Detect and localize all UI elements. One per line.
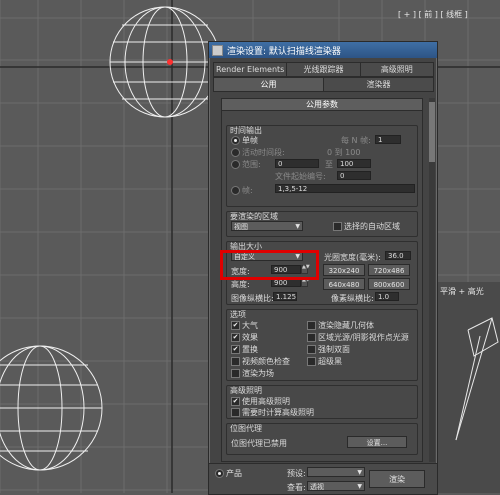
preset-720x486-button[interactable]: 720x486 xyxy=(368,264,410,276)
group-bitmap-proxy: 位图代理 位图代理已禁用 设置... xyxy=(226,423,418,455)
aperture-field[interactable]: 36.0 xyxy=(385,251,411,260)
label-effects: 效果 xyxy=(242,333,258,342)
checkbox-displacement[interactable]: ✔ xyxy=(231,345,240,354)
pixel-aspect-field[interactable]: 1.0 xyxy=(375,292,399,301)
preset-640x480-button[interactable]: 640x480 xyxy=(323,278,365,290)
checkbox-compute-when-required[interactable] xyxy=(231,408,240,417)
dialog-bottom-bar: 产品 预设: ▼ 查看: 透视 ▼ 渲染 xyxy=(209,463,437,494)
label-displacement: 置换 xyxy=(242,345,258,354)
viewport-label-front[interactable]: [ + ] [ 前 ] [ 线框 ] xyxy=(398,9,468,20)
label-range-to: 至 xyxy=(325,160,333,169)
checkbox-effects[interactable]: ✔ xyxy=(231,333,240,342)
group-render-area: 要渲染的区域 视图 ▼ 选择的自动区域 xyxy=(226,211,418,237)
file-start-field[interactable]: 0 xyxy=(337,171,371,180)
frames-field[interactable]: 1,3,5-12 xyxy=(275,184,415,193)
label-preset: 预设: xyxy=(287,469,306,478)
tab-bar: Render Elements 光线跟踪器 高级照明 公用 渲染器 xyxy=(213,62,434,92)
radio-active-segment[interactable] xyxy=(231,148,240,157)
render-area-value: 视图 xyxy=(234,223,248,231)
label-range: 范围: xyxy=(242,160,261,169)
view-value: 透视 xyxy=(310,483,324,491)
label-render-hidden-geometry: 渲染隐藏几何体 xyxy=(318,321,374,330)
active-range-text: 0 到 100 xyxy=(327,148,361,157)
label-auto-region: 选择的自动区域 xyxy=(344,222,400,231)
bitmap-proxy-title: 位图代理 xyxy=(230,424,262,433)
label-active-segment: 活动时间段: xyxy=(242,148,285,157)
label-height: 高度: xyxy=(231,280,250,289)
group-time-output: 时间输出 单帧 每 N 帧: 1 活动时间段: 0 到 100 范围: 0 至 … xyxy=(226,125,418,207)
checkbox-video-color-check[interactable] xyxy=(231,357,240,366)
label-image-aspect: 图像纵横比: xyxy=(231,294,274,303)
label-every-n: 每 N 帧: xyxy=(341,136,371,145)
label-aperture: 光圈宽度(毫米): xyxy=(324,253,381,262)
chevron-down-icon: ▼ xyxy=(357,483,362,490)
render-button[interactable]: 渲染 xyxy=(369,470,425,488)
radio-single[interactable] xyxy=(231,136,240,145)
checkbox-area-lights-as-points[interactable] xyxy=(307,333,316,342)
label-view: 查看: xyxy=(287,483,306,492)
checkbox-super-black[interactable] xyxy=(307,357,316,366)
viewport-label-shading[interactable]: 平滑 + 高光 xyxy=(440,286,484,297)
view-dropdown[interactable]: 透视 ▼ xyxy=(307,481,365,491)
checkbox-atmosphere[interactable]: ✔ xyxy=(231,321,240,330)
panel-scrollbar[interactable] xyxy=(429,98,435,462)
group-options: 选项 ✔ 大气 ✔ 效果 ✔ 置换 视频颜色检查 渲染为场 渲染隐藏几何体 区域… xyxy=(226,309,418,381)
label-use-advanced-lighting: 使用高级照明 xyxy=(242,397,290,406)
label-force-2-sided: 强制双面 xyxy=(318,345,350,354)
chevron-down-icon: ▼ xyxy=(295,223,300,230)
checkbox-use-advanced-lighting[interactable]: ✔ xyxy=(231,397,240,406)
image-aspect-field[interactable]: 1.125 xyxy=(273,292,297,301)
bitmap-proxy-status: 位图代理已禁用 xyxy=(231,439,287,448)
dialog-title: 渲染设置: 默认扫描线渲染器 xyxy=(227,46,341,57)
tab-advanced-lighting[interactable]: 高级照明 xyxy=(359,62,434,77)
preset-320x240-button[interactable]: 320x240 xyxy=(323,264,365,276)
render-area-dropdown[interactable]: 视图 ▼ xyxy=(231,221,303,231)
radio-range[interactable] xyxy=(231,160,240,169)
common-parameters-panel: 公用参数 时间输出 单帧 每 N 帧: 1 活动时间段: 0 到 100 范围:… xyxy=(221,98,423,462)
label-area-lights-as-points: 区域光源/阴影视作点光源 xyxy=(318,333,409,342)
label-product: 产品 xyxy=(226,469,242,478)
dialog-titlebar[interactable]: 渲染设置: 默认扫描线渲染器 xyxy=(209,42,437,58)
label-frames: 帧: xyxy=(242,186,253,195)
options-title: 选项 xyxy=(230,310,246,319)
checkbox-force-2-sided[interactable] xyxy=(307,345,316,354)
tab-renderer[interactable]: 渲染器 xyxy=(323,77,434,92)
label-super-black: 超级黑 xyxy=(318,357,342,366)
label-pixel-aspect: 像素纵横比: xyxy=(331,294,374,303)
highlight-box xyxy=(220,250,319,280)
group-advanced-lighting: 高级照明 ✔ 使用高级照明 需要时计算高级照明 xyxy=(226,385,418,419)
label-compute-when-required: 需要时计算高级照明 xyxy=(242,408,314,417)
label-video-color-check: 视频颜色检查 xyxy=(242,357,290,366)
tab-raytracer[interactable]: 光线跟踪器 xyxy=(286,62,361,77)
app-icon xyxy=(212,44,223,56)
checkbox-auto-region[interactable] xyxy=(333,222,342,231)
label-atmosphere: 大气 xyxy=(242,321,258,330)
rollout-common-parameters[interactable]: 公用参数 xyxy=(222,99,422,111)
label-single: 单帧 xyxy=(242,136,258,145)
label-render-to-fields: 渲染为场 xyxy=(242,369,274,378)
preset-dropdown[interactable]: ▼ xyxy=(307,467,365,477)
checkbox-render-to-fields[interactable] xyxy=(231,369,240,378)
radio-product[interactable] xyxy=(215,469,224,478)
checkbox-render-hidden-geometry[interactable] xyxy=(307,321,316,330)
bitmap-proxy-setup-button[interactable]: 设置... xyxy=(347,436,407,448)
every-n-field[interactable]: 1 xyxy=(375,135,401,144)
radio-frames[interactable] xyxy=(231,186,240,195)
tab-common[interactable]: 公用 xyxy=(213,77,324,92)
preset-800x600-button[interactable]: 800x600 xyxy=(368,278,410,290)
scrollbar-thumb[interactable] xyxy=(429,102,435,162)
range-from-field[interactable]: 0 xyxy=(275,159,319,168)
chevron-down-icon: ▼ xyxy=(357,469,362,476)
tab-render-elements[interactable]: Render Elements xyxy=(213,62,288,77)
advanced-lighting-title: 高级照明 xyxy=(230,386,262,395)
range-to-field[interactable]: 100 xyxy=(337,159,371,168)
label-file-start: 文件起始编号: xyxy=(275,172,326,181)
